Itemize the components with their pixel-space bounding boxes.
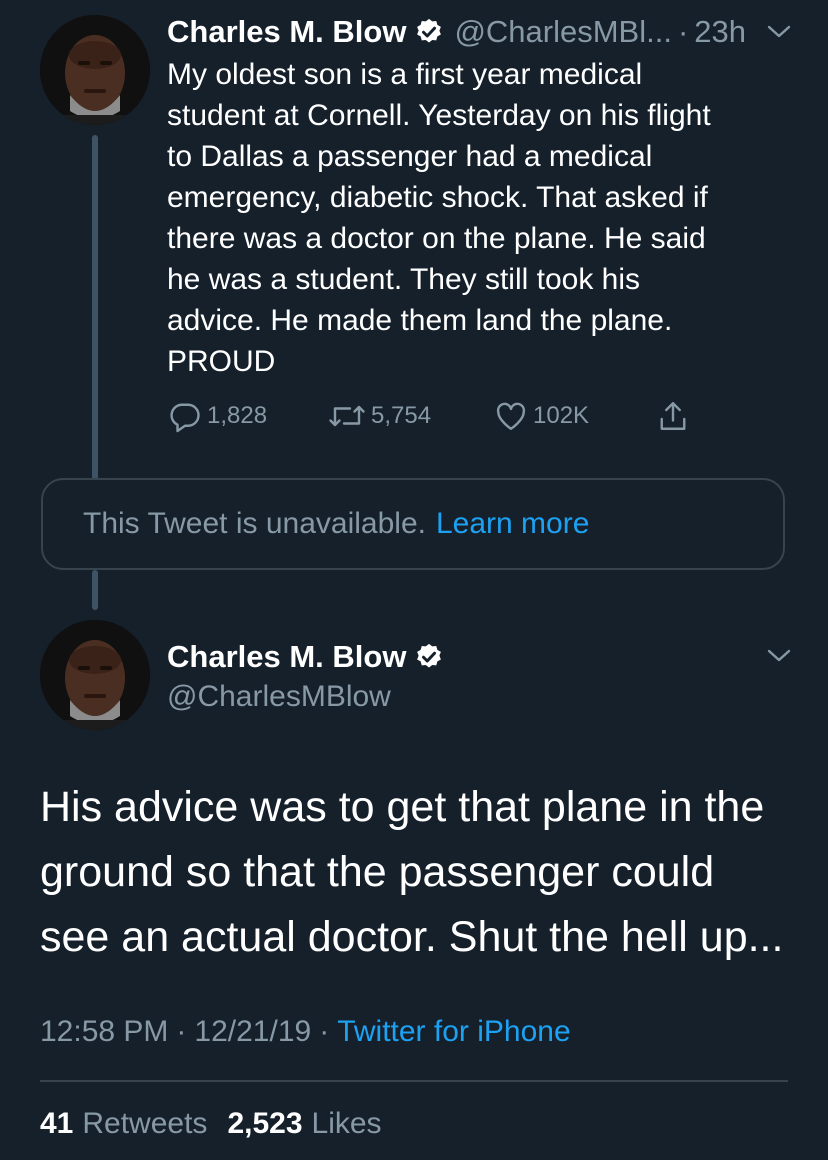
chevron-down-icon[interactable] [766,648,792,664]
author-name[interactable]: Charles M. Blow [167,639,406,675]
tweet-time[interactable]: 23h [694,14,746,50]
author-handle[interactable]: @CharlesMBlow [167,676,391,718]
verified-badge-icon [417,18,442,43]
retweet-icon [329,405,365,427]
separator-dot: · [677,14,689,49]
tweet-time: 12:58 PM [40,1015,169,1048]
tweet-actions: 1,828 5,754 102K [167,396,727,436]
tweet-meta: 12:58 PM · 12/21/19 · Twitter for iPhone [40,1010,571,1054]
avatar[interactable] [40,620,150,730]
avatar[interactable] [40,15,150,125]
like-button[interactable]: 102K [493,396,589,436]
share-button[interactable] [655,396,695,436]
learn-more-link[interactable]: Learn more [436,507,589,541]
retweet-count: 5,754 [371,402,432,429]
retweets-label[interactable]: Retweets [82,1107,207,1141]
verified-badge-icon [417,643,442,668]
chevron-down-icon[interactable] [766,24,792,40]
reply-button[interactable]: 1,828 [167,396,267,436]
heart-icon [496,402,526,430]
like-count: 102K [533,402,590,429]
tweet-text: His advice was to get that plane in the … [40,783,784,961]
separator-dot: · [176,1015,187,1048]
reply-count: 1,828 [207,402,268,429]
reply-icon [170,403,200,433]
source-link[interactable]: Twitter for iPhone [337,1015,570,1049]
unavailable-tweet-card: This Tweet is unavailable. Learn more [41,478,785,570]
tweet-text: My oldest son is a first year medical st… [167,58,711,378]
tweet-stats: 41 Retweets 2,523 Likes [40,1102,402,1146]
likes-count[interactable]: 2,523 [227,1107,302,1141]
tweet-header: Charles M. Blow @CharlesMBl... · 23h [167,10,807,54]
author-handle[interactable]: @CharlesMBl... [454,14,672,50]
retweets-count[interactable]: 41 [40,1107,73,1141]
tweet-date: 12/21/19 [194,1015,312,1048]
share-icon [660,402,686,430]
likes-label[interactable]: Likes [312,1107,382,1141]
thread-line [92,570,98,610]
retweet-button[interactable]: 5,754 [327,396,431,436]
unavailable-message: This Tweet is unavailable. [83,507,426,540]
divider [40,1080,788,1082]
author-name[interactable]: Charles M. Blow [167,14,406,50]
thread-line [92,135,98,480]
separator-dot: · [319,1015,330,1048]
main-author: Charles M. Blow [167,636,454,678]
